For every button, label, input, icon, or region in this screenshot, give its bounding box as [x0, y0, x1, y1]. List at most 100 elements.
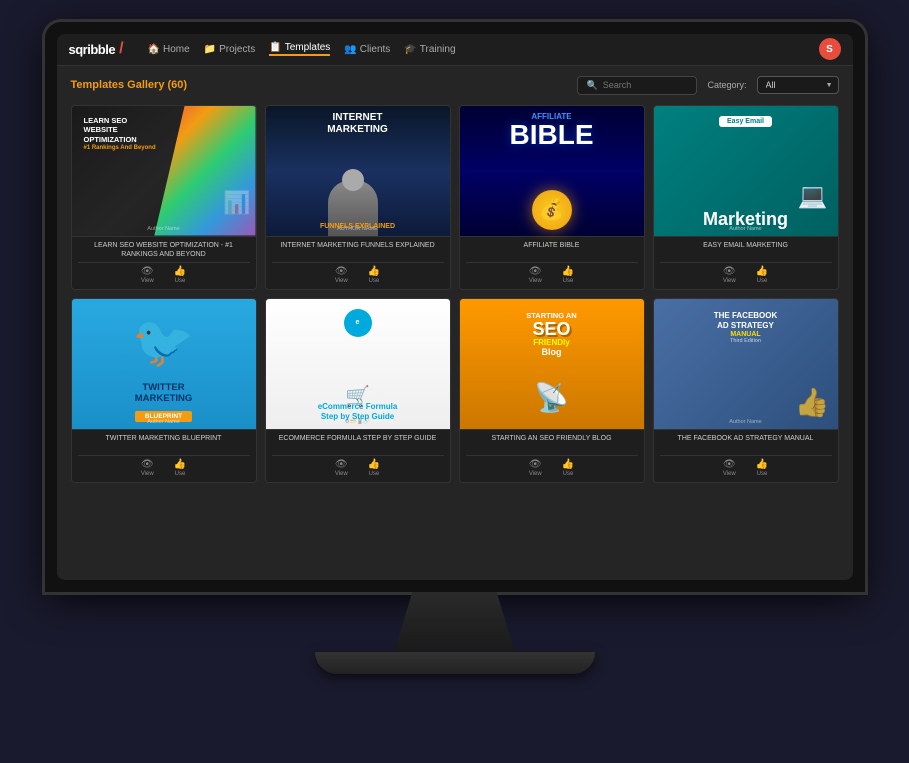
- user-avatar[interactable]: S: [819, 38, 841, 60]
- use-label-seo2: Use: [563, 471, 574, 477]
- facebook-main-title: THE FACEBOOKAD STRATEGY: [714, 311, 778, 332]
- use-btn-email[interactable]: 👍 Use: [756, 266, 768, 284]
- facebook-author: Author Name: [729, 419, 761, 425]
- monitor-base: [315, 652, 595, 674]
- seo2-friendly: FRIENDly: [526, 338, 576, 347]
- template-name-internet: INTERNET MARKETING FUNNELS EXPLAINED: [272, 241, 444, 259]
- use-btn-seo[interactable]: 👍 Use: [174, 266, 186, 284]
- nav-item-training[interactable]: 🎓 Training: [404, 44, 455, 55]
- view-btn-email[interactable]: 👁 View: [723, 266, 736, 284]
- cover-facebook: THE FACEBOOKAD STRATEGY MANUAL Third Edi…: [654, 299, 838, 429]
- category-label: Category:: [707, 80, 746, 90]
- use-icon-seo2: 👍: [562, 459, 574, 470]
- template-name-email: EASY EMAIL MARKETING: [660, 241, 832, 259]
- gallery-header: Templates Gallery (60) 🔍 Category: All M…: [71, 76, 839, 95]
- template-card-affiliate[interactable]: AFFILIATE BIBLE 💰 AFFILIATE BIBLE 👁 View: [459, 105, 645, 290]
- template-actions-internet: 👁 View 👍 Use: [272, 262, 444, 287]
- view-btn-seo[interactable]: 👁 View: [141, 266, 154, 284]
- nav-item-templates[interactable]: 📋 Templates: [269, 42, 330, 56]
- use-label-email: Use: [757, 278, 768, 284]
- use-btn-ecommerce[interactable]: 👍 Use: [368, 459, 380, 477]
- view-icon-email: 👁: [723, 266, 736, 277]
- facebook-thumb-icon: 👍: [795, 386, 830, 419]
- nav-label-templates: Templates: [285, 42, 331, 53]
- template-actions-facebook: 👁 View 👍 Use: [660, 455, 832, 480]
- nav-item-clients[interactable]: 👥 Clients: [344, 44, 390, 55]
- use-btn-facebook[interactable]: 👍 Use: [756, 459, 768, 477]
- seo2-title-area: STARTING AN SEO FRIENDly Blog: [526, 305, 576, 357]
- search-icon: 🔍: [586, 80, 597, 91]
- search-box[interactable]: 🔍: [577, 76, 697, 95]
- use-btn-seo2[interactable]: 👍 Use: [562, 459, 574, 477]
- view-btn-twitter[interactable]: 👁 View: [141, 459, 154, 477]
- main-content: Templates Gallery (60) 🔍 Category: All M…: [57, 66, 853, 580]
- view-icon-seo: 👁: [141, 266, 154, 277]
- projects-icon: 📁: [204, 44, 216, 55]
- category-select[interactable]: All Marketing SEO Social Media Ecommerce: [757, 76, 839, 94]
- view-btn-internet[interactable]: 👁 View: [335, 266, 348, 284]
- cover-seo: LEARN SEOWEBSITEOPTIMIZATION #1 Rankings…: [72, 106, 256, 236]
- view-label-email: View: [723, 278, 736, 284]
- use-label-internet: Use: [369, 278, 380, 284]
- template-card-twitter[interactable]: 🐦 TWITTERMARKETING BLUEPRINT Author Name…: [71, 298, 257, 483]
- use-icon-seo: 👍: [174, 266, 186, 277]
- use-label-ecommerce: Use: [369, 471, 380, 477]
- internet-title: INTERNETMARKETING: [327, 112, 388, 136]
- cover-affiliate: AFFILIATE BIBLE 💰: [460, 106, 644, 236]
- template-name-seo: LEARN SEO WEBSITE OPTIMIZATION - #1 RANK…: [78, 241, 250, 259]
- template-actions-affiliate: 👁 View 👍 Use: [466, 262, 638, 287]
- cover-email: Easy Email Marketing 💻 Author Name: [654, 106, 838, 236]
- view-btn-seo2[interactable]: 👁 View: [529, 459, 542, 477]
- template-card-seo2[interactable]: STARTING AN SEO FRIENDly Blog 📡 STARTING…: [459, 298, 645, 483]
- template-card-ecommerce[interactable]: e eCommerce FormulaStep by Step Guide 🛒 …: [265, 298, 451, 483]
- money-bag-icon: 💰: [532, 190, 572, 230]
- category-select-wrapper: All Marketing SEO Social Media Ecommerce: [757, 76, 839, 94]
- internet-subtitle: FUNNELS EXPLAINED: [320, 223, 395, 230]
- use-btn-affiliate[interactable]: 👍 Use: [562, 266, 574, 284]
- monitor-neck: [395, 592, 515, 652]
- nav-label-projects: Projects: [219, 44, 255, 55]
- use-btn-internet[interactable]: 👍 Use: [368, 266, 380, 284]
- screen-bezel: sqribble / 🏠 Home 📁 Projects 📋 Templates: [45, 22, 865, 592]
- template-info-twitter: TWITTER MARKETING BLUEPRINT 👁 View 👍 Use: [72, 429, 256, 482]
- facebook-title-area: THE FACEBOOKAD STRATEGY MANUAL Third Edi…: [714, 305, 778, 345]
- logo-slash: /: [119, 40, 123, 58]
- twitter-title-area: TWITTERMARKETING BLUEPRINT: [135, 382, 193, 423]
- seo2-main: SEO: [526, 320, 576, 338]
- view-label-facebook: View: [723, 471, 736, 477]
- use-label-facebook: Use: [757, 471, 768, 477]
- template-card-facebook[interactable]: THE FACEBOOKAD STRATEGY MANUAL Third Edi…: [653, 298, 839, 483]
- template-card-email[interactable]: Easy Email Marketing 💻 Author Name EASY …: [653, 105, 839, 290]
- nav-label-training: Training: [420, 44, 456, 55]
- view-label-internet: View: [335, 278, 348, 284]
- template-info-seo2: STARTING AN SEO FRIENDLY BLOG 👁 View 👍 U…: [460, 429, 644, 482]
- view-btn-ecommerce[interactable]: 👁 View: [335, 459, 348, 477]
- view-label-seo: View: [141, 278, 154, 284]
- clients-icon: 👥: [344, 44, 356, 55]
- templates-grid: LEARN SEOWEBSITEOPTIMIZATION #1 Rankings…: [71, 105, 839, 483]
- email-illustration: 💻: [798, 182, 828, 211]
- template-actions-seo: 👁 View 👍 Use: [78, 262, 250, 287]
- view-btn-affiliate[interactable]: 👁 View: [529, 266, 542, 284]
- view-label-twitter: View: [141, 471, 154, 477]
- template-actions-email: 👁 View 👍 Use: [660, 262, 832, 287]
- affiliate-title-area: AFFILIATE BIBLE: [510, 112, 594, 149]
- search-input[interactable]: [603, 80, 689, 90]
- screen: sqribble / 🏠 Home 📁 Projects 📋 Templates: [57, 34, 853, 580]
- template-card-seo[interactable]: LEARN SEOWEBSITEOPTIMIZATION #1 Rankings…: [71, 105, 257, 290]
- twitter-title: TWITTERMARKETING: [135, 382, 193, 405]
- use-btn-twitter[interactable]: 👍 Use: [174, 459, 186, 477]
- cover-ecommerce: e eCommerce FormulaStep by Step Guide 🛒 …: [266, 299, 450, 429]
- nav-item-projects[interactable]: 📁 Projects: [204, 44, 256, 55]
- use-label-seo: Use: [175, 278, 186, 284]
- seo2-blog: Blog: [526, 347, 576, 357]
- use-label-twitter: Use: [175, 471, 186, 477]
- view-icon-facebook: 👁: [723, 459, 736, 470]
- use-label-affiliate: Use: [563, 278, 574, 284]
- template-actions-ecommerce: 👁 View 👍 Use: [272, 455, 444, 480]
- monitor: sqribble / 🏠 Home 📁 Projects 📋 Templates: [25, 22, 885, 742]
- view-btn-facebook[interactable]: 👁 View: [723, 459, 736, 477]
- nav-item-home[interactable]: 🏠 Home: [148, 44, 190, 55]
- use-icon-twitter: 👍: [174, 459, 186, 470]
- template-card-internet[interactable]: INTERNETMARKETING FUNNELS EXPLAINED AUTH…: [265, 105, 451, 290]
